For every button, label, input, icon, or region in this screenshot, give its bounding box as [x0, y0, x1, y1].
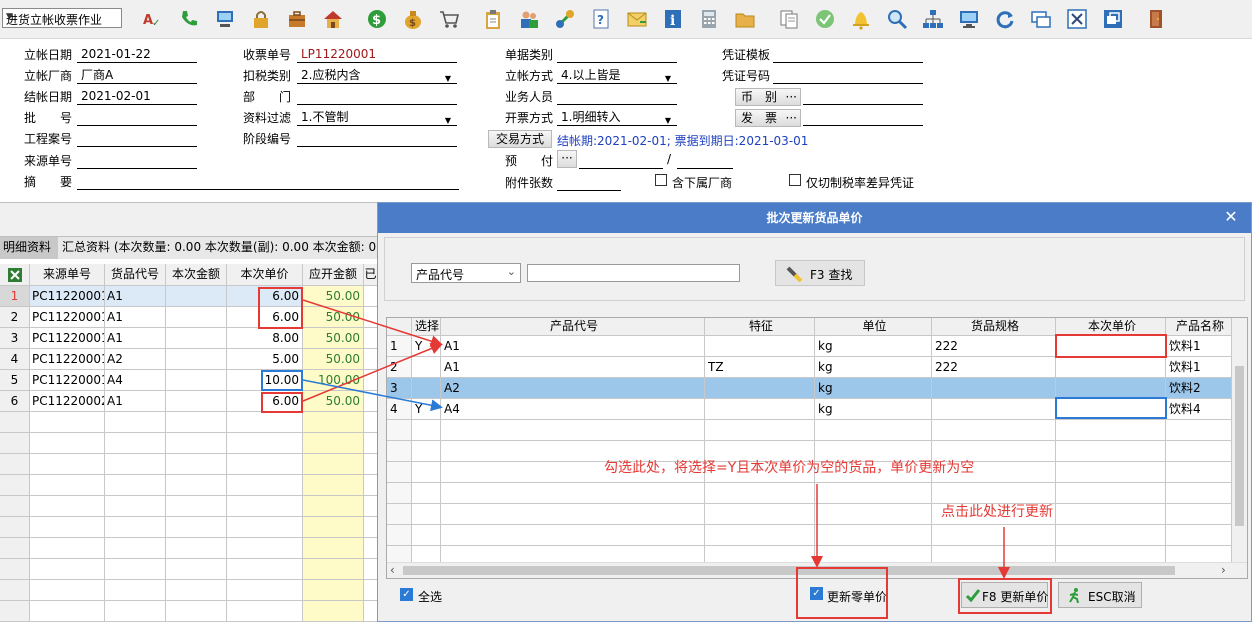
annotation-arrows: [302, 299, 1010, 579]
